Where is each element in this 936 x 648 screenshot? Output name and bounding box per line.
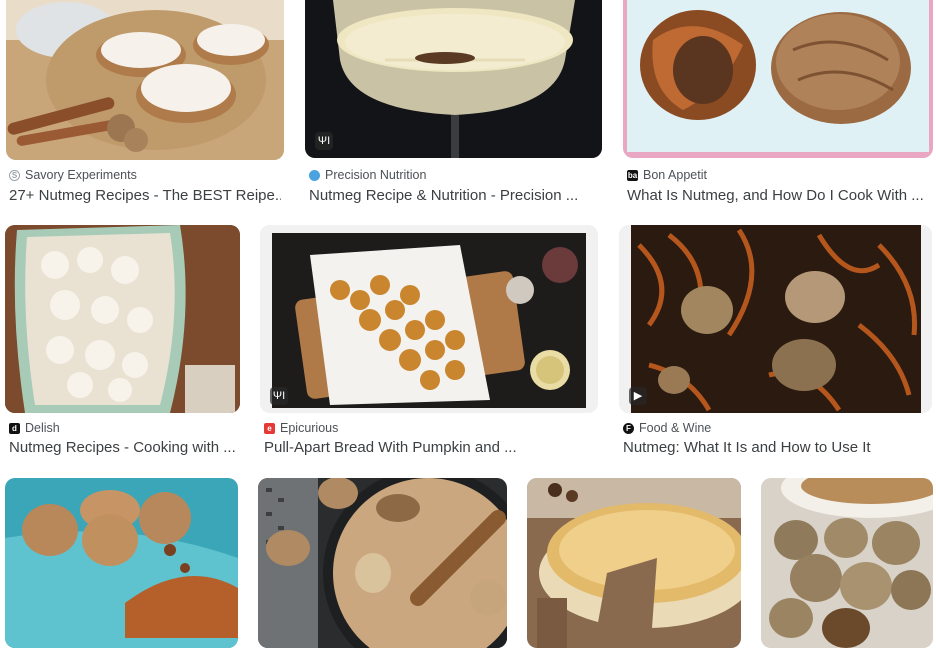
whole-nutmeg-image[interactable] [623,0,933,158]
source-name: Epicurious [280,421,339,435]
result-title[interactable]: What Is Nutmeg, and How Do I Cook With .… [627,187,927,204]
result-source[interactable]: d Delish [9,421,60,435]
nutmeg-mace-image[interactable]: ▶ [619,225,932,413]
source-name: Precision Nutrition [325,168,427,182]
result-source[interactable]: F Food & Wine [623,421,711,435]
result-title[interactable]: Pull-Apart Bread With Pumpkin and ... [264,439,594,456]
food-wine-favicon-icon: F [623,422,634,434]
source-name: Bon Appetit [643,168,707,182]
result-source[interactable]: e Epicurious [264,421,338,435]
cheesecake-image[interactable] [527,478,741,648]
result-source[interactable]: ba Bon Appetit [627,168,707,182]
result-title[interactable]: Nutmeg Recipe & Nutrition - Precision ..… [309,187,599,204]
source-name: Food & Wine [639,421,712,435]
source-name: Delish [25,421,60,435]
result-source[interactable]: S Savory Experiments [9,168,137,182]
nutmeg-powder-image[interactable] [5,478,238,648]
result-title[interactable]: 27+ Nutmeg Recipes - The BEST Reipe... [9,187,281,204]
eggnog-cocktail-image[interactable]: ΨΙ [305,0,602,158]
pull-apart-bread-image[interactable]: ΨΙ [260,225,598,413]
precision-nutrition-favicon-icon [309,169,320,181]
result-title[interactable]: Nutmeg Recipes - Cooking with ... [9,439,239,456]
video-play-icon: ▶ [629,387,647,405]
recipe-icon: ΨΙ [270,387,288,405]
bon-appetit-favicon-icon: ba [627,169,638,181]
epicurious-favicon-icon: e [264,422,275,434]
result-source[interactable]: Precision Nutrition [309,168,426,182]
result-title[interactable]: Nutmeg: What It Is and How to Use It [623,439,928,456]
frosted-cookies-image[interactable] [6,0,284,160]
nutmeg-bowl-image[interactable] [761,478,933,648]
delish-favicon-icon: d [9,422,20,434]
recipe-icon: ΨΙ [315,132,333,150]
creamy-potatoes-image[interactable] [5,225,240,413]
savory-favicon-icon: S [9,169,20,181]
grated-nutmeg-image[interactable] [258,478,507,648]
source-name: Savory Experiments [25,168,137,182]
